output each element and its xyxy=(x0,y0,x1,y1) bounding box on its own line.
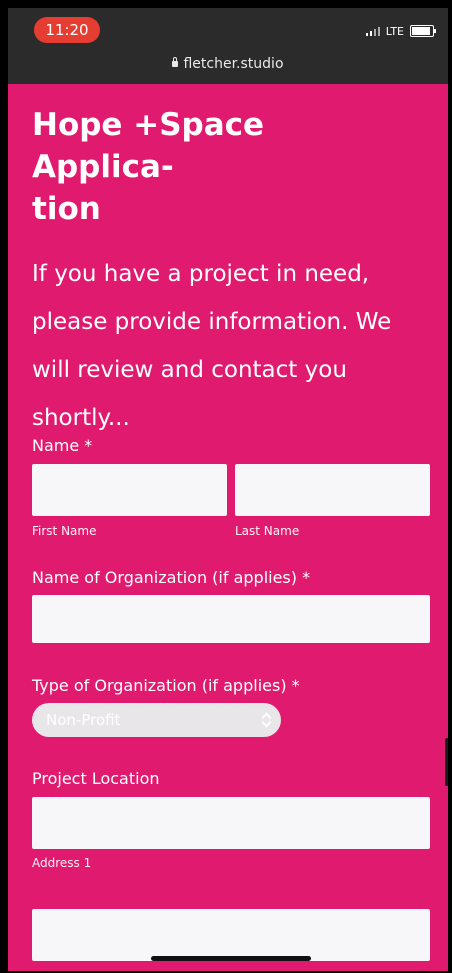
org-type-select[interactable]: Non-Profit xyxy=(32,703,281,737)
address-bar[interactable]: fletcher.studio xyxy=(8,56,448,72)
page-header: Hope +Space Applica- tion If you have a … xyxy=(32,104,432,442)
last-name-sublabel: Last Name xyxy=(235,524,300,538)
location-label: Project Location xyxy=(32,769,160,788)
first-name-sublabel: First Name xyxy=(32,524,97,538)
lock-icon xyxy=(172,57,179,67)
org-type-label: Type of Organization (if applies) * xyxy=(32,676,300,695)
last-name-input[interactable] xyxy=(235,464,430,516)
url-text: fletcher.studio xyxy=(183,56,284,72)
chevron-updown-icon xyxy=(261,711,271,729)
address1-input[interactable] xyxy=(32,797,430,849)
home-indicator[interactable] xyxy=(151,956,311,961)
org-name-label: Name of Organization (if applies) * xyxy=(32,568,311,587)
network-label: LTE xyxy=(385,24,404,38)
name-label: Name * xyxy=(32,436,93,455)
status-icons: LTE xyxy=(365,24,436,38)
intro-text: If you have a project in need, please pr… xyxy=(32,261,392,431)
address1-sublabel: Address 1 xyxy=(32,856,92,870)
status-bar: 11:20 LTE fletcher.studio xyxy=(8,8,448,84)
first-name-input[interactable] xyxy=(32,464,227,516)
org-name-input[interactable] xyxy=(32,595,430,643)
time-indicator: 11:20 xyxy=(34,17,100,43)
org-type-value: Non-Profit xyxy=(46,711,121,729)
scrollbar[interactable] xyxy=(445,738,448,786)
address2-input[interactable] xyxy=(32,909,430,961)
battery-icon xyxy=(410,25,436,37)
page-title: Hope +Space Applica- tion xyxy=(32,107,265,227)
phone-screen: 11:20 LTE fletcher.studio Hope +Space Ap… xyxy=(8,8,448,971)
signal-icon xyxy=(365,26,380,36)
